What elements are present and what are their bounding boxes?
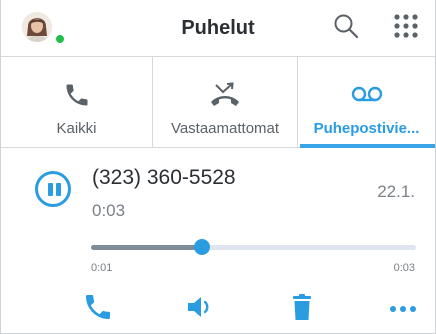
app-window: Puhelut Kaikki Vastaamattomat Puhepostiv…: [0, 0, 436, 334]
active-tab-indicator: [300, 144, 435, 148]
delete-button[interactable]: [286, 291, 318, 323]
app-menu-button[interactable]: [392, 12, 420, 40]
pause-icon: [48, 183, 53, 196]
tab-label: Puhepostivie...: [313, 120, 420, 137]
voicemail-actions: [1, 291, 435, 327]
speaker-icon: [188, 297, 209, 317]
page-title: Puhelut: [181, 17, 255, 39]
search-button[interactable]: [332, 12, 360, 40]
search-icon: [334, 14, 359, 39]
tab-all[interactable]: Kaikki: [1, 57, 153, 147]
speaker-button[interactable]: [184, 291, 216, 323]
call-filter-tabs: Kaikki Vastaamattomat Puhepostivie...: [1, 57, 435, 148]
total-time: 0:03: [393, 262, 415, 274]
caller-number: (323) 360-5528: [92, 166, 236, 189]
tab-voicemail[interactable]: Puhepostivie...: [298, 57, 435, 148]
phone-icon: [63, 81, 91, 114]
voicemail-duration: 0:03: [92, 201, 126, 220]
presence-status-dot: [54, 33, 66, 45]
trash-icon: [293, 294, 311, 320]
more-icon: [390, 306, 416, 312]
tab-label: Kaikki: [56, 120, 97, 137]
tab-missed[interactable]: Vastaamattomat: [153, 57, 298, 147]
avatar[interactable]: [22, 12, 52, 42]
pause-icon: [56, 183, 61, 196]
voicemail-date: 22.1.: [377, 182, 415, 201]
grid-menu-icon: [394, 14, 418, 38]
pause-button[interactable]: [35, 171, 71, 207]
call-icon: [86, 295, 110, 319]
more-button[interactable]: [387, 291, 419, 323]
slider-thumb[interactable]: [193, 239, 210, 255]
voicemail-icon: [350, 81, 384, 114]
header-bar: Puhelut: [1, 0, 435, 57]
elapsed-time: 0:01: [91, 262, 113, 274]
missed-call-icon: [208, 81, 242, 114]
slider-progress: [91, 245, 202, 250]
playback-slider[interactable]: [91, 239, 416, 255]
voicemail-item[interactable]: (323) 360-5528 0:03 22.1. 0:01 0:03: [1, 149, 435, 333]
tab-label: Vastaamattomat: [170, 120, 280, 137]
call-back-button[interactable]: [82, 291, 114, 323]
